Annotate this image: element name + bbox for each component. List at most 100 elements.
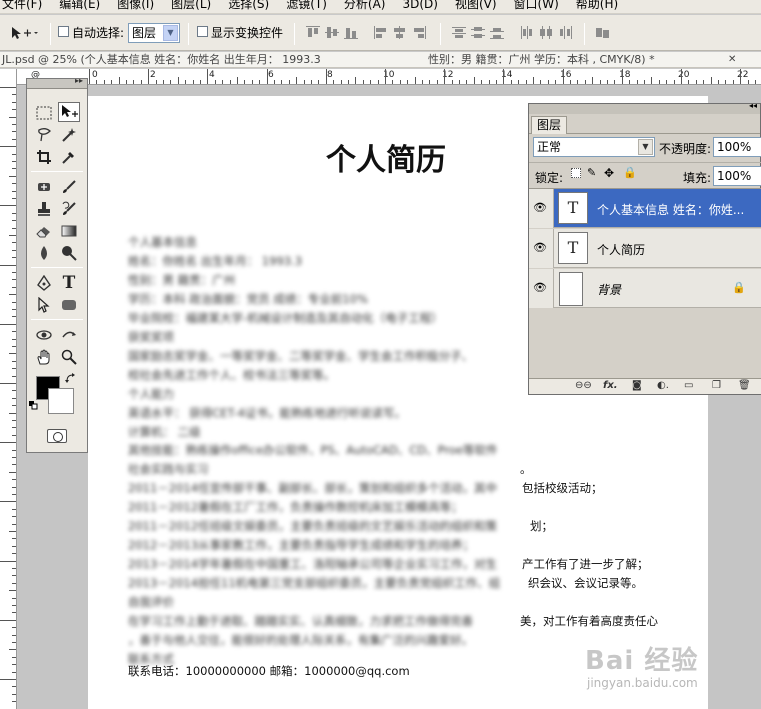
- type-tool-icon[interactable]: T: [58, 273, 80, 293]
- menu-window[interactable]: 窗口(W): [514, 0, 559, 10]
- blend-mode-dropdown[interactable]: 正常 ▼: [533, 137, 655, 157]
- ruler-tick: [12, 575, 16, 577]
- menu-select[interactable]: 选择(S): [228, 0, 269, 10]
- lock-all-icon[interactable]: 🔒: [623, 166, 637, 179]
- auto-select-checkbox[interactable]: [58, 26, 69, 37]
- menu-view[interactable]: 视图(V): [455, 0, 497, 10]
- show-transform-checkbox[interactable]: [197, 26, 208, 37]
- gradient-tool-icon[interactable]: [58, 221, 80, 241]
- layer-name[interactable]: 个人简历: [597, 241, 645, 258]
- new-layer-icon[interactable]: ❐: [712, 380, 721, 391]
- move-tool-preset-icon[interactable]: [8, 24, 38, 42]
- zoom-tool-icon[interactable]: [58, 347, 80, 367]
- eyedropper-tool-icon[interactable]: [58, 147, 80, 167]
- ruler-tick: [12, 701, 16, 703]
- fill-input[interactable]: 100%: [713, 166, 761, 186]
- distribute-vcenter-icon[interactable]: [471, 26, 485, 39]
- collapse-icon[interactable]: ▸▸: [75, 76, 83, 85]
- tab-layers[interactable]: 图层: [531, 116, 567, 134]
- visibility-toggle[interactable]: 👁: [529, 229, 554, 268]
- collapse-icon[interactable]: ◂◂: [749, 101, 757, 110]
- distribute-right-icon[interactable]: [558, 26, 572, 39]
- history-brush-tool-icon[interactable]: [58, 199, 80, 219]
- ruler-left[interactable]: [0, 69, 17, 709]
- align-top-icon[interactable]: [306, 26, 320, 39]
- ruler-tick: [177, 77, 179, 84]
- ruler-tick: [12, 109, 16, 111]
- visibility-toggle[interactable]: 👁: [529, 189, 554, 228]
- align-left-icon[interactable]: [374, 26, 388, 39]
- watermark-main-text: Bai 经验: [585, 646, 699, 676]
- resume-line: 自我评价: [128, 595, 174, 609]
- auto-select-dropdown[interactable]: 图层 ▼: [128, 23, 180, 43]
- hand-tool-icon[interactable]: [33, 347, 55, 367]
- 3d-orbit-tool-icon[interactable]: [58, 325, 80, 345]
- adjustment-layer-icon[interactable]: ◐.: [657, 380, 669, 391]
- layer-name[interactable]: 背景: [597, 281, 621, 298]
- distribute-hcenter-icon[interactable]: [539, 26, 553, 39]
- opacity-label: 不透明度:: [659, 142, 712, 156]
- ruler-tick: [12, 449, 16, 451]
- background-color-swatch[interactable]: [48, 388, 74, 414]
- swap-colors-icon[interactable]: [65, 373, 75, 383]
- layer-name[interactable]: 个人基本信息 姓名：你姓...: [597, 201, 744, 218]
- clone-stamp-tool-icon[interactable]: [33, 199, 55, 219]
- ruler-tick: [0, 146, 16, 148]
- layer-row[interactable]: 👁 T 个人简历: [529, 229, 761, 268]
- visibility-toggle[interactable]: 👁: [529, 269, 554, 308]
- menu-help[interactable]: 帮助(H): [576, 0, 618, 10]
- opacity-input[interactable]: 100%: [713, 137, 761, 157]
- lock-paint-icon[interactable]: ✎: [587, 166, 596, 179]
- trash-icon[interactable]: 🗑: [738, 380, 751, 391]
- new-group-icon[interactable]: ▭: [684, 380, 693, 391]
- ruler-tick: [185, 80, 187, 84]
- add-mask-icon[interactable]: ◙: [632, 380, 642, 391]
- menu-analysis[interactable]: 分析(A): [344, 0, 386, 10]
- layer-row[interactable]: 👁 背景 🔒: [529, 269, 761, 308]
- link-layers-icon[interactable]: ⊖⊖: [575, 380, 592, 391]
- quick-mask-button[interactable]: [47, 429, 67, 443]
- magic-wand-tool-icon[interactable]: [58, 125, 80, 145]
- menu-layer[interactable]: 图层(L): [171, 0, 211, 10]
- shape-tool-icon[interactable]: [58, 295, 80, 315]
- distribute-top-icon[interactable]: [452, 26, 466, 39]
- align-bottom-icon[interactable]: [344, 26, 358, 39]
- menu-3d[interactable]: 3D(D): [402, 0, 437, 10]
- ruler-tick: [251, 80, 253, 84]
- fx-icon[interactable]: fx.: [603, 380, 618, 391]
- crop-tool-icon[interactable]: [33, 147, 55, 167]
- ruler-tick: [274, 80, 275, 84]
- distribute-left-icon[interactable]: [520, 26, 534, 39]
- default-colors-icon[interactable]: [29, 399, 38, 410]
- document-title-extra: 性别：男 籍贯：广州 学历：本科 , CMYK/8) *: [428, 53, 655, 66]
- 3d-rotate-tool-icon[interactable]: [33, 325, 55, 345]
- menu-image[interactable]: 图像(I): [117, 0, 154, 10]
- ruler-tick: [12, 568, 16, 569]
- lock-transparent-icon[interactable]: [571, 168, 581, 178]
- lasso-tool-icon[interactable]: [33, 125, 55, 145]
- eraser-tool-icon[interactable]: [33, 221, 55, 241]
- align-right-icon[interactable]: [412, 26, 426, 39]
- ruler-top[interactable]: @ 0 2 4 6 8 10 12 14 16 18 20 22: [17, 69, 761, 85]
- layer-row[interactable]: 👁 T 个人基本信息 姓名：你姓...: [529, 189, 761, 228]
- close-icon[interactable]: ✕: [728, 52, 736, 67]
- blur-tool-icon[interactable]: [33, 243, 55, 263]
- menu-edit[interactable]: 编辑(E): [59, 0, 100, 10]
- marquee-tool-icon[interactable]: [33, 103, 55, 123]
- brush-tool-icon[interactable]: [58, 177, 80, 197]
- path-selection-tool-icon[interactable]: [33, 295, 55, 315]
- dodge-tool-icon[interactable]: [58, 243, 80, 263]
- pen-tool-icon[interactable]: [33, 273, 55, 293]
- align-vcenter-icon[interactable]: [325, 26, 339, 39]
- spot-healing-tool-icon[interactable]: [33, 177, 55, 197]
- toolbox-header[interactable]: ▸▸: [27, 76, 87, 89]
- menu-filter[interactable]: 滤镜(T): [286, 0, 327, 10]
- ruler-tick: [399, 80, 401, 84]
- move-tool-icon[interactable]: [58, 102, 80, 122]
- auto-align-layers-icon[interactable]: [596, 26, 610, 39]
- menu-file[interactable]: 文件(F): [2, 0, 42, 10]
- lock-position-icon[interactable]: ✥: [604, 166, 614, 180]
- distribute-bottom-icon[interactable]: [490, 26, 504, 39]
- layers-panel-header[interactable]: ◂◂: [529, 101, 760, 114]
- align-hcenter-icon[interactable]: [393, 26, 407, 39]
